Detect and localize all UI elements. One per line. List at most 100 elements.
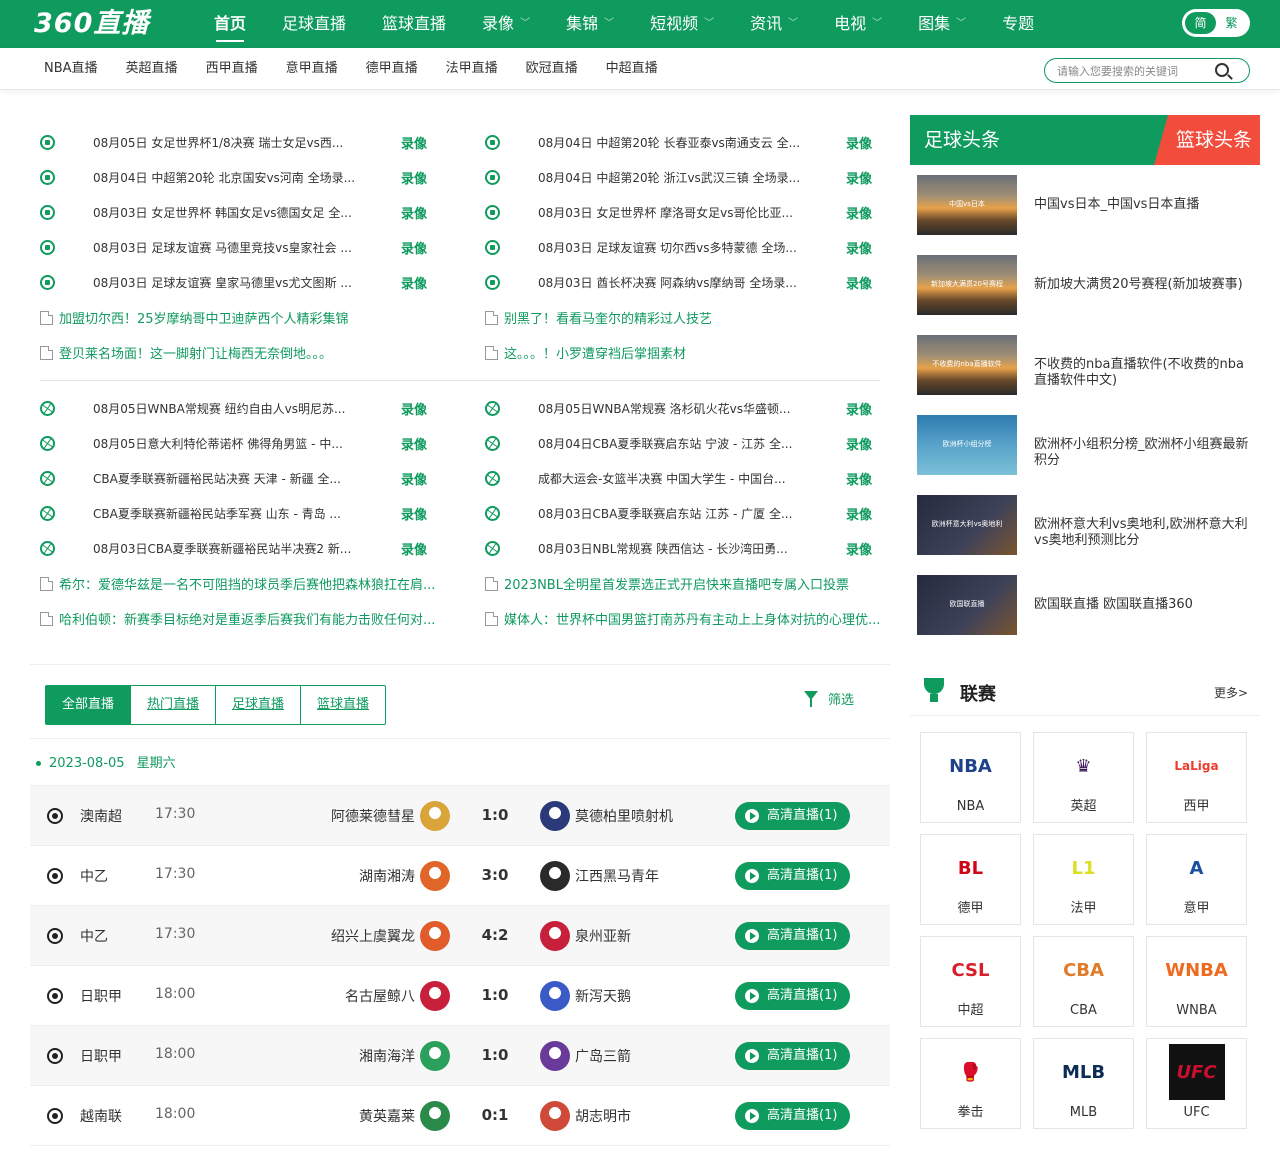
video-link-text[interactable]: 加盟切尔西！25岁摩纳哥中卫迪萨西个人精彩集锦 [59,308,439,327]
news-row[interactable]: CBA夏季联赛新疆裕民站决赛 天津 - 新疆 全... 录像 [30,461,450,496]
news-title[interactable]: 08月03日 足球友谊赛 切尔西vs多特蒙德 全场... [538,239,808,256]
away-team-logo[interactable] [540,1101,570,1131]
headline-item[interactable]: 新加坡大满贯20号赛程 新加坡大满贯20号赛程(新加坡赛事) [917,255,1257,335]
headline-thumbnail[interactable]: 不收费的nba直播软件 [917,335,1017,395]
news-row[interactable]: 08月03日 足球友谊赛 切尔西vs多特蒙德 全场... 录像 [475,230,895,265]
subnav-link[interactable]: 中超直播 [592,48,672,90]
replay-tag[interactable]: 录像 [401,203,427,222]
news-title[interactable]: 08月03日CBA夏季联赛新疆裕民站半决赛2 新... [93,540,363,557]
headline-title[interactable]: 欧国联直播 欧国联直播360 [1034,597,1254,613]
headline-thumbnail[interactable]: 欧洲杯意大利vs奥地利 [917,495,1017,555]
lang-traditional-button[interactable]: 繁 [1216,12,1247,34]
replay-tag[interactable]: 录像 [846,133,872,152]
hd-live-button[interactable]: 高清直播(1) [735,922,850,950]
lang-simplified-button[interactable]: 简 [1185,12,1216,34]
away-team[interactable]: 江西黑马青年 [575,866,659,886]
headline-thumbnail[interactable]: 中国vs日本 [917,175,1017,235]
video-link-text[interactable]: 登贝莱名场面！这一脚射门让梅西无奈倒地。。。 [59,343,439,362]
news-row[interactable]: 08月03日 酋长杯决赛 阿森纳vs摩纳哥 全场录... 录像 [475,265,895,300]
headline-thumbnail[interactable]: 欧国联直播 [917,575,1017,635]
home-team[interactable]: 黄英嘉莱 [359,1106,415,1126]
league-card[interactable]: UFC UFC [1146,1038,1247,1129]
news-title[interactable]: CBA夏季联赛新疆裕民站决赛 天津 - 新疆 全... [93,470,363,487]
subnav-link[interactable]: 西甲直播 [192,48,272,90]
news-row[interactable]: 08月03日CBA夏季联赛新疆裕民站半决赛2 新... 录像 [30,531,450,566]
home-team[interactable]: 湖南湘涛 [359,866,415,886]
away-team[interactable]: 泉州亚新 [575,926,631,946]
league-card[interactable]: ♛ 英超 [1033,732,1134,823]
replay-tag[interactable]: 录像 [401,434,427,453]
news-row[interactable]: 08月04日 中超第20轮 长春亚泰vs南通支云 全... 录像 [475,125,895,160]
headline-item[interactable]: 欧洲杯小组分榜 欧洲杯小组积分榜_欧洲杯小组赛最新积分 [917,415,1257,495]
subnav-link[interactable]: 法甲直播 [432,48,512,90]
video-link-row[interactable]: 2023NBL全明星首发票选正式开启快来直播吧专属入口投票 [475,566,895,601]
news-row[interactable]: 08月03日NBL常规赛 陕西信达 - 长沙湾田勇... 录像 [475,531,895,566]
replay-tag[interactable]: 录像 [846,168,872,187]
league-card[interactable]: CBA CBA [1033,936,1134,1027]
video-link-text[interactable]: 别黑了！看看马奎尔的精彩过人技艺 [504,308,884,327]
news-title[interactable]: 08月05日WNBA常规赛 纽约自由人vs明尼苏... [93,400,363,417]
news-title[interactable]: 08月04日 中超第20轮 长春亚泰vs南通支云 全... [538,134,808,151]
more-leagues-link[interactable]: 更多> [1214,684,1248,701]
schedule-tab[interactable]: 足球直播 [216,686,302,724]
away-team-logo[interactable] [540,921,570,951]
league-card[interactable]: 🥊 拳击 [920,1038,1021,1129]
news-title[interactable]: 08月04日 中超第20轮 北京国安vs河南 全场录... [93,169,363,186]
nav-item[interactable]: 集锦 ﹀ [548,0,632,48]
nav-item[interactable]: 首页 [196,0,264,48]
headline-thumbnail[interactable]: 新加坡大满贯20号赛程 [917,255,1017,315]
replay-tag[interactable]: 录像 [846,469,872,488]
news-title[interactable]: 08月04日CBA夏季联赛启东站 宁波 - 江苏 全... [538,435,808,452]
match-league[interactable]: 中乙 [80,866,108,886]
match-league[interactable]: 澳南超 [80,806,122,826]
news-title[interactable]: 08月03日 女足世界杯 摩洛哥女足vs哥伦比亚... [538,204,808,221]
news-row[interactable]: 08月03日CBA夏季联赛启东站 江苏 - 广厦 全... 录像 [475,496,895,531]
home-team[interactable]: 阿德莱德彗星 [331,806,415,826]
video-link-row[interactable]: 媒体人：世界杯中国男篮打南苏丹有主动上上身体对抗的心理优... [475,601,895,636]
hd-live-button[interactable]: 高清直播(1) [735,802,850,830]
headline-item[interactable]: 不收费的nba直播软件 不收费的nba直播软件(不收费的nba直播软件中文) [917,335,1257,415]
nav-item[interactable]: 资讯 ﹀ [732,0,816,48]
home-team-logo[interactable] [420,981,450,1011]
news-row[interactable]: 08月05日 女足世界杯1/8决赛 瑞士女足vs西... 录像 [30,125,450,160]
match-league[interactable]: 中乙 [80,926,108,946]
news-title[interactable]: CBA夏季联赛新疆裕民站季军赛 山东 - 青岛 ... [93,505,363,522]
away-team-logo[interactable] [540,861,570,891]
schedule-tab[interactable]: 篮球直播 [301,686,385,724]
hd-live-button[interactable]: 高清直播(1) [735,1042,850,1070]
home-team[interactable]: 名古屋鲸八 [345,986,415,1006]
league-card[interactable]: NBA NBA [920,732,1021,823]
news-row[interactable]: 成都大运会-女篮半决赛 中国大学生 - 中国台... 录像 [475,461,895,496]
hd-live-button[interactable]: 高清直播(1) [735,862,850,890]
headline-title[interactable]: 欧洲杯意大利vs奥地利,欧洲杯意大利vs奥地利预测比分 [1034,517,1254,549]
away-team-logo[interactable] [540,981,570,1011]
league-card[interactable]: A 意甲 [1146,834,1247,925]
video-link-row[interactable]: 加盟切尔西！25岁摩纳哥中卫迪萨西个人精彩集锦 [30,300,450,335]
nav-item[interactable]: 录像 ﹀ [464,0,548,48]
site-logo[interactable]: 360直播 [34,6,149,42]
news-row[interactable]: 08月03日 足球友谊赛 皇家马德里vs尤文图斯 ... 录像 [30,265,450,300]
away-team-logo[interactable] [540,801,570,831]
nav-item[interactable]: 篮球直播 [364,0,464,48]
replay-tag[interactable]: 录像 [401,273,427,292]
match-league[interactable]: 日职甲 [80,986,122,1006]
news-row[interactable]: 08月05日WNBA常规赛 纽约自由人vs明尼苏... 录像 [30,391,450,426]
video-link-text[interactable]: 这。。。！小罗遭穿裆后掌掴素材 [504,343,884,362]
search-icon[interactable] [1215,63,1229,77]
subnav-link[interactable]: NBA直播 [30,48,112,90]
video-link-row[interactable]: 哈利伯顿：新赛季目标绝对是重返季后赛我们有能力击败任何对... [30,601,450,636]
video-link-text[interactable]: 哈利伯顿：新赛季目标绝对是重返季后赛我们有能力击败任何对... [59,609,439,628]
news-title[interactable]: 08月03日 女足世界杯 韩国女足vs德国女足 全... [93,204,363,221]
replay-tag[interactable]: 录像 [846,399,872,418]
video-link-row[interactable]: 登贝莱名场面！这一脚射门让梅西无奈倒地。。。 [30,335,450,370]
replay-tag[interactable]: 录像 [846,203,872,222]
news-row[interactable]: 08月05日WNBA常规赛 洛杉矶火花vs华盛顿... 录像 [475,391,895,426]
league-card[interactable]: L1 法甲 [1033,834,1134,925]
nav-item[interactable]: 足球直播 [264,0,364,48]
news-row[interactable]: 08月03日 女足世界杯 韩国女足vs德国女足 全... 录像 [30,195,450,230]
match-league[interactable]: 日职甲 [80,1046,122,1066]
home-team[interactable]: 湘南海洋 [359,1046,415,1066]
news-title[interactable]: 08月03日CBA夏季联赛启东站 江苏 - 广厦 全... [538,505,808,522]
home-team-logo[interactable] [420,861,450,891]
headline-title[interactable]: 新加坡大满贯20号赛程(新加坡赛事) [1034,277,1254,293]
